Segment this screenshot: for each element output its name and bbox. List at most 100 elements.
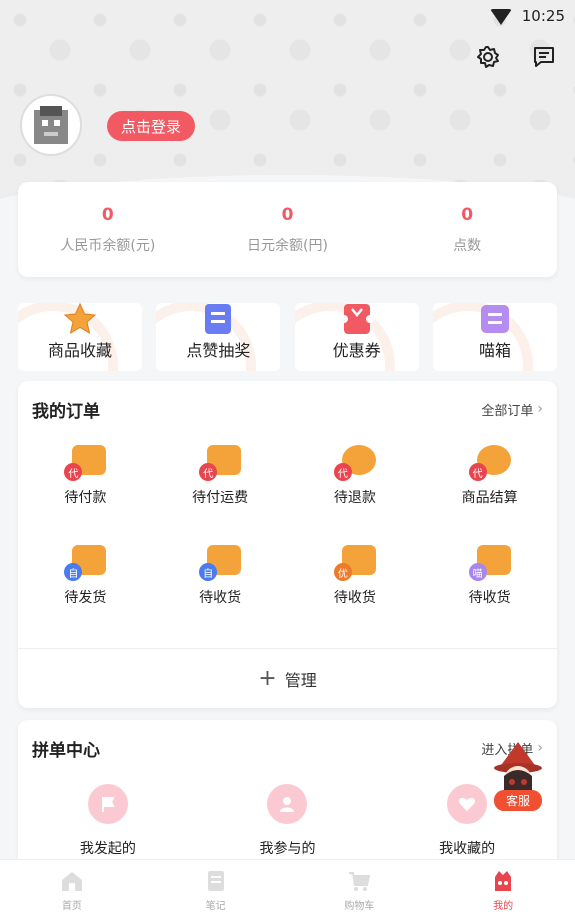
bottom-tab-bar: 首页 笔记 购物车 我的 (0, 859, 575, 921)
order-pending-shipping-fee[interactable]: 代 待付运费 (153, 445, 288, 507)
truck-icon: 自 (64, 545, 107, 581)
orders-card: 我的订单 全部订单 › 代 待付款 代 待付运费 代 待退款 代 商品结算 自 … (18, 381, 557, 708)
status-bar: 10:25 (0, 0, 575, 32)
service-label: 客服 (493, 790, 542, 811)
delivery-icon: 自 (199, 545, 242, 581)
order-pending-refund[interactable]: 代 待退款 (288, 445, 423, 507)
list-icon (205, 304, 232, 334)
balance-jpy[interactable]: 0 日元余额(円) (198, 182, 378, 277)
message-icon[interactable] (531, 44, 557, 70)
shortcut-favorites[interactable]: 商品收藏 (18, 303, 142, 371)
order-label: 待收货 (468, 590, 511, 606)
order-badge: 自 (199, 563, 218, 581)
order-badge: 代 (64, 463, 83, 481)
star-icon (63, 303, 97, 335)
balance-value: 0 (461, 204, 474, 225)
tab-profile[interactable]: 我的 (431, 860, 575, 921)
tab-notes[interactable]: 笔记 (144, 860, 288, 921)
balance-points[interactable]: 0 点数 (377, 182, 557, 277)
profile-icon (495, 871, 512, 891)
settings-gear-icon[interactable] (475, 44, 501, 70)
balance-cny[interactable]: 0 人民币余额(元) (18, 182, 198, 277)
order-badge: 代 (333, 463, 352, 481)
shortcut-row: 商品收藏 点赞抽奖 优惠券 喵箱 (18, 303, 557, 371)
check-icon: 代 (468, 445, 511, 481)
group-initiated[interactable]: 我发起的 (80, 784, 136, 858)
box-icon (480, 305, 509, 333)
shortcut-label: 点赞抽奖 (186, 341, 251, 360)
order-pending-payment[interactable]: 代 待付款 (18, 445, 153, 507)
group-label: 我参与的 (259, 841, 316, 857)
avatar-pixel-icon (34, 106, 68, 144)
order-grid: 代 待付款 代 待付运费 代 待退款 代 商品结算 自 待发货 自 待收货 优 … (18, 437, 557, 607)
order-badge: 代 (199, 463, 218, 481)
plus-icon: + (258, 665, 277, 691)
tab-label: 首页 (61, 901, 82, 912)
order-label: 待发货 (64, 590, 107, 606)
group-label: 我发起的 (79, 841, 136, 857)
manage-label: 管理 (284, 670, 317, 690)
group-title: 拼单中心 (32, 740, 100, 761)
balance-label: 点数 (453, 237, 482, 254)
shortcut-label: 商品收藏 (47, 341, 112, 360)
group-label: 我收藏的 (439, 841, 496, 857)
orders-title: 我的订单 (32, 401, 100, 422)
orders-header: 我的订单 全部订单 › (18, 381, 557, 437)
order-pending-receive-self[interactable]: 自 待收货 (153, 545, 288, 607)
order-badge: 喵 (468, 563, 487, 581)
wifi-icon (489, 9, 512, 25)
status-time: 10:25 (521, 7, 565, 25)
order-settlement[interactable]: 代 商品结算 (422, 445, 557, 507)
cart-icon (349, 872, 371, 891)
all-orders-label: 全部订单 (481, 403, 534, 419)
order-label: 商品结算 (461, 490, 518, 506)
chevron-right-icon: › (537, 401, 543, 417)
shortcut-coupons[interactable]: 优惠券 (294, 303, 419, 371)
balance-value: 0 (101, 204, 114, 225)
order-badge: 自 (64, 563, 83, 581)
user-icon (267, 784, 308, 824)
top-actions (475, 44, 557, 70)
avatar[interactable] (20, 94, 82, 156)
order-badge: 代 (468, 463, 487, 481)
tab-label: 购物车 (344, 901, 375, 912)
shortcut-label: 喵箱 (478, 341, 511, 360)
note-icon (207, 871, 224, 891)
yen-coin-icon: 代 (333, 445, 376, 481)
delivery-icon: 优 (333, 545, 376, 581)
order-label: 待退款 (333, 490, 376, 506)
balance-card: 0 人民币余额(元) 0 日元余额(円) 0 点数 (18, 182, 557, 277)
order-label: 待收货 (199, 590, 242, 606)
balance-label: 人民币余额(元) (60, 237, 156, 254)
order-badge: 优 (333, 563, 352, 581)
tab-cart[interactable]: 购物车 (288, 860, 432, 921)
order-pending-receive-preferred[interactable]: 优 待收货 (288, 545, 423, 607)
flag-icon (87, 784, 128, 824)
shortcut-label: 优惠券 (332, 341, 381, 360)
delivery-icon: 喵 (468, 545, 511, 581)
order-label: 待收货 (333, 590, 376, 606)
group-favorited[interactable]: 我收藏的 (439, 784, 495, 858)
shortcut-lottery[interactable]: 点赞抽奖 (156, 303, 281, 371)
balance-label: 日元余额(円) (247, 237, 328, 254)
order-pending-receive-meow[interactable]: 喵 待收货 (422, 545, 557, 607)
group-joined[interactable]: 我参与的 (259, 784, 315, 858)
wallet-icon: 代 (64, 445, 107, 481)
balance-value: 0 (281, 204, 294, 225)
shortcut-mewbox[interactable]: 喵箱 (432, 303, 557, 371)
tab-label: 我的 (493, 901, 514, 912)
manage-button[interactable]: + 管理 (18, 648, 557, 708)
customer-service[interactable]: 客服 (489, 742, 547, 822)
tab-home[interactable]: 首页 (0, 860, 144, 921)
order-label: 待付款 (64, 490, 107, 506)
login-button[interactable]: 点击登录 (107, 111, 196, 141)
coupon-icon (339, 304, 374, 334)
order-label: 待付运费 (192, 490, 249, 506)
group-buy-card: 拼单中心 进入拼单 › 我发起的 我参与的 我收藏的 (18, 720, 557, 880)
order-pending-ship[interactable]: 自 待发货 (18, 545, 153, 607)
heart-icon (447, 784, 488, 824)
all-orders-link[interactable]: 全部订单 › (481, 400, 543, 419)
tab-label: 笔记 (205, 901, 226, 912)
group-grid: 我发起的 我参与的 我收藏的 (18, 776, 557, 858)
truck-yen-icon: 代 (199, 445, 242, 481)
